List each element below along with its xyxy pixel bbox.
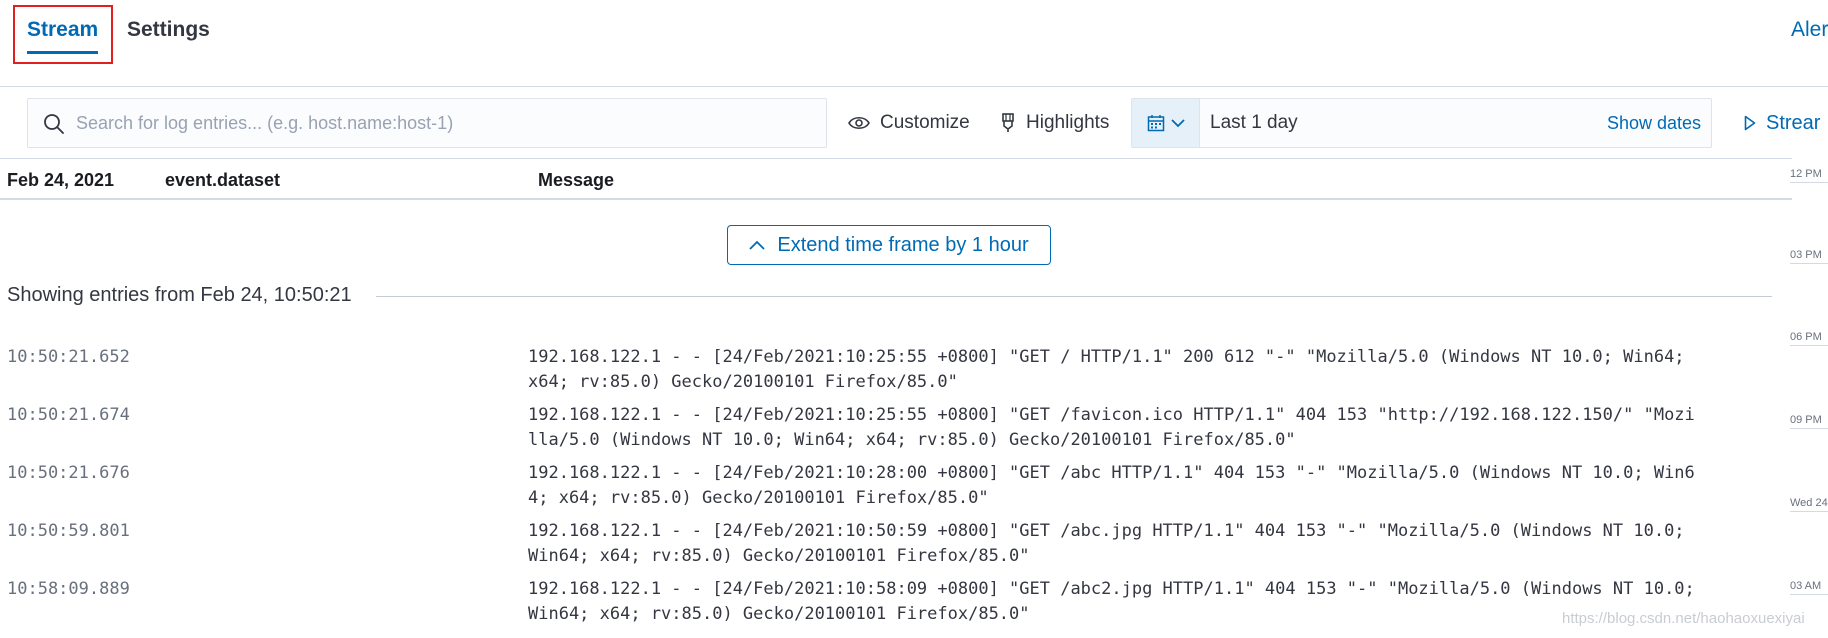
minimap-tick-label: 09 PM <box>1790 414 1822 426</box>
column-date: Feb 24, 2021 <box>7 170 115 190</box>
log-message: 192.168.122.1 - - [24/Feb/2021:10:25:55 … <box>528 405 1695 450</box>
tab-stream-label: Stream <box>27 18 99 41</box>
extend-time-frame-label: Extend time frame by 1 hour <box>777 233 1029 256</box>
minimap-tick-line <box>1790 263 1828 264</box>
customize-label: Customize <box>880 112 970 133</box>
show-dates-button[interactable]: Show dates <box>1607 113 1701 134</box>
calendar-icon <box>1147 115 1164 132</box>
log-row[interactable]: 10:58:09.889 192.168.122.1 - - [24/Feb/2… <box>0 574 1792 632</box>
date-picker: Last 1 day Show dates <box>1131 98 1712 148</box>
log-row[interactable]: 10:50:21.676 192.168.122.1 - - [24/Feb/2… <box>0 458 1792 516</box>
log-message: 192.168.122.1 - - [24/Feb/2021:10:25:55 … <box>528 347 1695 392</box>
search-bar <box>27 98 827 148</box>
log-message: 192.168.122.1 - - [24/Feb/2021:10:28:00 … <box>528 463 1695 508</box>
minimap-tick-line <box>1790 594 1828 595</box>
alerts-link[interactable]: Aler <box>1791 18 1828 42</box>
log-entries-list: 10:50:21.652 192.168.122.1 - - [24/Feb/2… <box>0 342 1792 632</box>
log-timestamp: 10:50:59.801 <box>7 521 130 541</box>
minimap-tick-line <box>1790 511 1828 512</box>
minimap-tick-label: 03 PM <box>1790 249 1822 261</box>
showing-entries-text: Showing entries from Feb 24, 10:50:21 <box>7 284 352 306</box>
minimap-tick-line <box>1790 428 1828 429</box>
eye-icon <box>848 116 870 130</box>
log-timestamp: 10:50:21.674 <box>7 405 130 425</box>
active-tab-underline <box>27 51 99 54</box>
search-icon <box>44 114 64 134</box>
log-column-header: Feb 24, 2021 event.dataset Message <box>0 158 1792 200</box>
extend-time-frame-button[interactable]: Extend time frame by 1 hour <box>727 225 1051 265</box>
chevron-up-icon <box>749 240 766 250</box>
toolbar: Customize Highlights <box>0 88 1828 158</box>
log-message: 192.168.122.1 - - [24/Feb/2021:10:58:09 … <box>528 579 1706 624</box>
tab-settings-label: Settings <box>127 18 210 41</box>
minimap-tick-label: 06 PM <box>1790 331 1822 343</box>
log-timestamp: 10:50:21.652 <box>7 347 130 367</box>
highlighter-icon <box>1002 113 1014 132</box>
minimap-tick-line <box>1790 182 1828 183</box>
minimap-tick-label: 03 AM <box>1790 580 1822 592</box>
stream-live-label: Strear <box>1766 111 1821 134</box>
minimap-tick-label: Wed 24 <box>1790 497 1828 509</box>
showing-entries-divider <box>376 296 1772 297</box>
column-message: Message <box>538 170 615 190</box>
log-row[interactable]: 10:50:21.674 192.168.122.1 - - [24/Feb/2… <box>0 400 1792 458</box>
log-timestamp: 10:50:21.676 <box>7 463 130 483</box>
quick-select-button[interactable] <box>1132 99 1200 147</box>
watermark: https://blog.csdn.net/haohaoxuexiyai <box>1562 610 1805 627</box>
log-minimap[interactable]: 12 PM 03 PM 06 PM 09 PM Wed 24 03 AM <box>1788 160 1828 638</box>
log-row[interactable]: 10:50:21.652 192.168.122.1 - - [24/Feb/2… <box>0 342 1792 400</box>
log-message: 192.168.122.1 - - [24/Feb/2021:10:50:59 … <box>528 521 1695 566</box>
log-timestamp: 10:58:09.889 <box>7 579 130 599</box>
date-range-display[interactable]: Last 1 day <box>1210 112 1298 134</box>
tab-stream[interactable]: Stream <box>27 18 99 54</box>
stream-live-button[interactable]: Strear <box>1744 98 1820 148</box>
customize-button[interactable]: Customize <box>848 98 970 148</box>
column-event-dataset: event.dataset <box>165 170 281 190</box>
tab-bar: Stream Settings Aler <box>0 0 1828 87</box>
play-icon <box>1744 115 1756 131</box>
highlights-label: Highlights <box>1026 112 1110 133</box>
minimap-tick-label: 12 PM <box>1790 168 1822 180</box>
minimap-tick-line <box>1790 345 1828 346</box>
tab-settings[interactable]: Settings <box>127 18 210 42</box>
chevron-down-icon <box>1170 119 1185 128</box>
highlights-button[interactable]: Highlights <box>1000 98 1109 148</box>
log-row[interactable]: 10:50:59.801 192.168.122.1 - - [24/Feb/2… <box>0 516 1792 574</box>
search-input[interactable] <box>76 99 816 147</box>
